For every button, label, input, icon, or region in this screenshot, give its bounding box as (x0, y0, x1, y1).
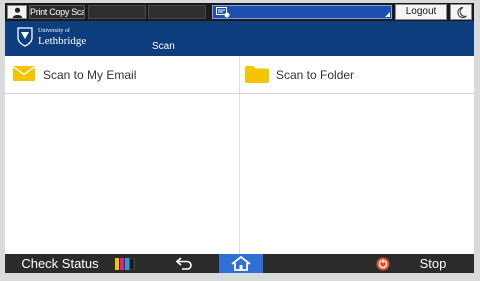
column-divider (239, 56, 240, 254)
logo-line-2: Lethbridge (38, 35, 87, 47)
check-status-button[interactable]: Check Status (10, 254, 110, 273)
stop-button[interactable]: Stop (403, 254, 463, 273)
toner-icon (115, 258, 135, 270)
back-arrow-icon (176, 257, 192, 270)
scan-to-folder-button[interactable]: Scan to Folder (240, 56, 474, 93)
app-header: University of Lethbridge Scan (5, 21, 474, 56)
user-name-display[interactable]: Print Copy Scan (29, 5, 85, 19)
user-button[interactable] (7, 5, 27, 19)
empty-slot (148, 5, 206, 19)
university-logo: University of Lethbridge (38, 28, 86, 47)
university-crest-icon (17, 27, 33, 47)
shortcut-panel: Scan to My Email Scan to Folder (5, 56, 474, 254)
page-title: Scan (152, 41, 175, 52)
user-icon (12, 7, 23, 18)
back-button[interactable] (160, 254, 212, 273)
system-bar: Print Copy Scan Logout (5, 3, 474, 21)
logout-button[interactable]: Logout (395, 4, 447, 20)
scan-screen: Print Copy Scan Logout University of Let… (5, 3, 474, 273)
energy-mode-button[interactable] (450, 4, 472, 20)
scan-to-email-button[interactable]: Scan to My Email (5, 56, 239, 93)
empty-slot (88, 5, 146, 19)
logo-line-1: University of (38, 28, 70, 34)
energy-saver-icon[interactable] (376, 257, 390, 271)
expand-grip-icon (385, 12, 390, 17)
folder-icon (245, 66, 269, 83)
shortcut-label: Scan to Folder (276, 68, 355, 82)
moon-icon (457, 7, 467, 18)
home-icon (231, 256, 251, 271)
bottom-bar: Check Status Stop (5, 254, 474, 273)
message-list-icon (216, 7, 230, 18)
home-button[interactable] (219, 254, 263, 273)
system-message-field[interactable] (212, 5, 392, 19)
shortcut-label: Scan to My Email (43, 68, 137, 82)
envelope-icon (13, 66, 35, 81)
